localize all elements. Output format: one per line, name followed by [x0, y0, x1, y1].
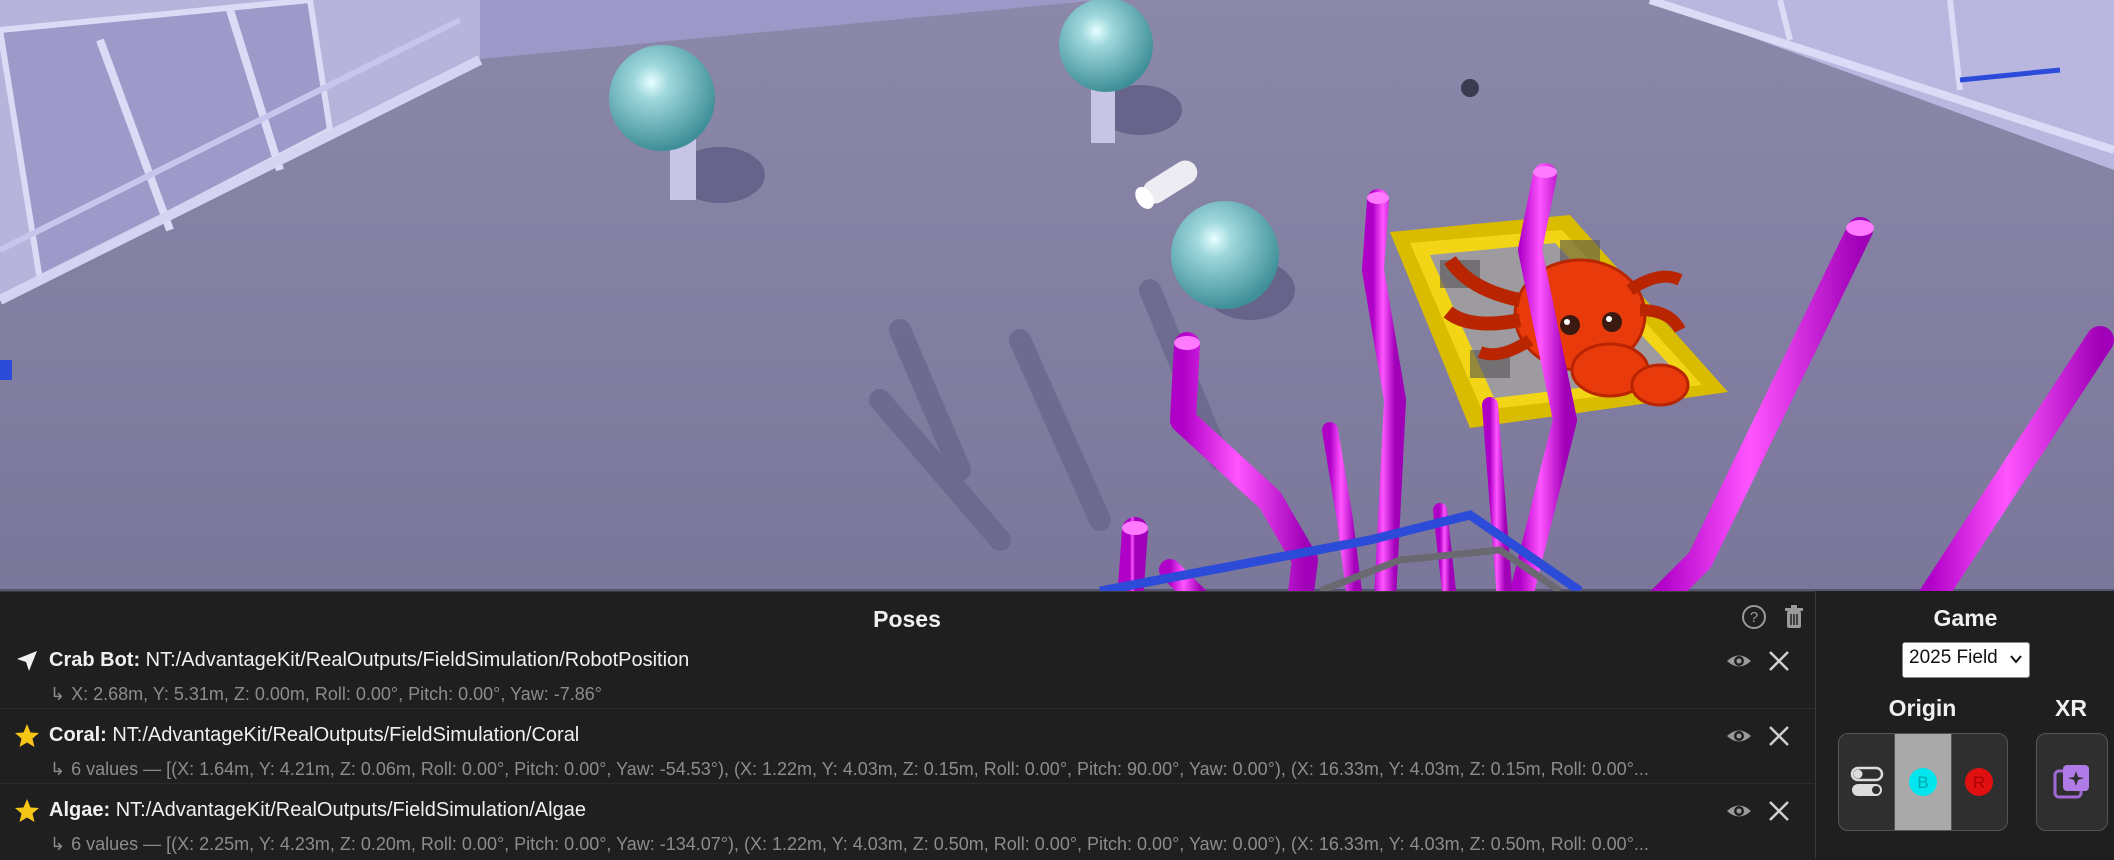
- pose-title: Algae: NT:/AdvantageKit/RealOutputs/Fiel…: [49, 799, 1724, 822]
- origin-label: Origin: [1888, 695, 1957, 721]
- origin-red-letter: R: [1973, 773, 1985, 792]
- origin-toggle-button[interactable]: [1839, 734, 1896, 830]
- pose-path: NT:/AdvantageKit/RealOutputs/FieldSimula…: [112, 724, 580, 746]
- pose-detail: X: 2.68m, Y: 5.31m, Z: 0.00m, Roll: 0.00…: [71, 684, 602, 704]
- origin-blue-button[interactable]: B: [1895, 734, 1952, 830]
- pose-name: Algae:: [49, 799, 111, 821]
- pose-detail-line: ↳ 6 values — [(X: 1.64m, Y: 4.21m, Z: 0.0…: [50, 759, 1808, 780]
- eye-icon[interactable]: [1724, 721, 1754, 751]
- xr-label: XR: [2055, 695, 2087, 721]
- star-icon: [14, 723, 40, 749]
- svg-text:?: ?: [1750, 609, 1758, 626]
- close-icon[interactable]: [1764, 646, 1794, 676]
- blue-alliance-icon: B: [1908, 768, 1937, 796]
- field-render: [0, 0, 2114, 591]
- child-arrow-icon: ↳: [50, 684, 66, 704]
- pose-row-coral[interactable]: Coral: NT:/AdvantageKit/RealOutputs/Fiel…: [0, 709, 1814, 784]
- navigation-arrow-icon: [14, 648, 40, 674]
- pose-path: NT:/AdvantageKit/RealOutputs/FieldSimula…: [145, 649, 690, 671]
- eye-icon[interactable]: [1724, 646, 1754, 676]
- pose-title: Crab Bot: NT:/AdvantageKit/RealOutputs/F…: [49, 649, 1724, 672]
- xr-icon: [2053, 765, 2089, 799]
- help-icon[interactable]: ?: [1739, 602, 1769, 632]
- child-arrow-icon: ↳: [50, 759, 66, 779]
- child-arrow-icon: ↳: [50, 834, 66, 854]
- game-label: Game: [1933, 605, 1998, 631]
- field-3d-viewport[interactable]: [0, 0, 2114, 591]
- pose-title: Coral: NT:/AdvantageKit/RealOutputs/Fiel…: [49, 724, 1724, 747]
- pose-row-algae[interactable]: Algae: NT:/AdvantageKit/RealOutputs/Fiel…: [0, 784, 1814, 858]
- game-select-value: 2025 Field: [1909, 647, 1998, 668]
- close-icon[interactable]: [1764, 796, 1794, 826]
- pose-name: Coral:: [49, 724, 107, 746]
- pose-row-crab-bot[interactable]: Crab Bot: NT:/AdvantageKit/RealOutputs/F…: [0, 634, 1814, 709]
- trash-icon[interactable]: [1779, 602, 1809, 632]
- eye-icon[interactable]: [1724, 796, 1754, 826]
- poses-title: Poses: [873, 606, 941, 632]
- pose-detail: 6 values — [(X: 2.25m, Y: 4.23m, Z: 0.20…: [71, 834, 1649, 854]
- pose-detail: 6 values — [(X: 1.64m, Y: 4.21m, Z: 0.06…: [71, 759, 1649, 779]
- pose-name: Crab Bot:: [49, 649, 141, 671]
- pose-detail-line: ↳ 6 values — [(X: 2.25m, Y: 4.23m, Z: 0.2…: [50, 834, 1808, 855]
- origin-red-button[interactable]: R: [1952, 734, 2007, 830]
- game-select[interactable]: 2025 Field: [1902, 642, 2030, 678]
- pose-path: NT:/AdvantageKit/RealOutputs/FieldSimula…: [115, 799, 586, 821]
- origin-selector: B R: [1838, 733, 2008, 831]
- star-icon: [14, 798, 40, 824]
- origin-blue-letter: B: [1917, 773, 1928, 792]
- xr-button[interactable]: [2036, 733, 2108, 831]
- poses-panel: Poses ? Crab Bot: NT:/AdvantageKit/RealO…: [0, 591, 1814, 860]
- chevron-down-icon: [2009, 650, 2023, 672]
- toggle-icon: [1850, 766, 1883, 796]
- red-alliance-icon: R: [1965, 768, 1994, 796]
- pose-detail-line: ↳ X: 2.68m, Y: 5.31m, Z: 0.00m, Roll: 0.0…: [50, 684, 1808, 705]
- close-icon[interactable]: [1764, 721, 1794, 751]
- game-side-panel: Game 2025 Field Origin XR B R: [1815, 591, 2114, 859]
